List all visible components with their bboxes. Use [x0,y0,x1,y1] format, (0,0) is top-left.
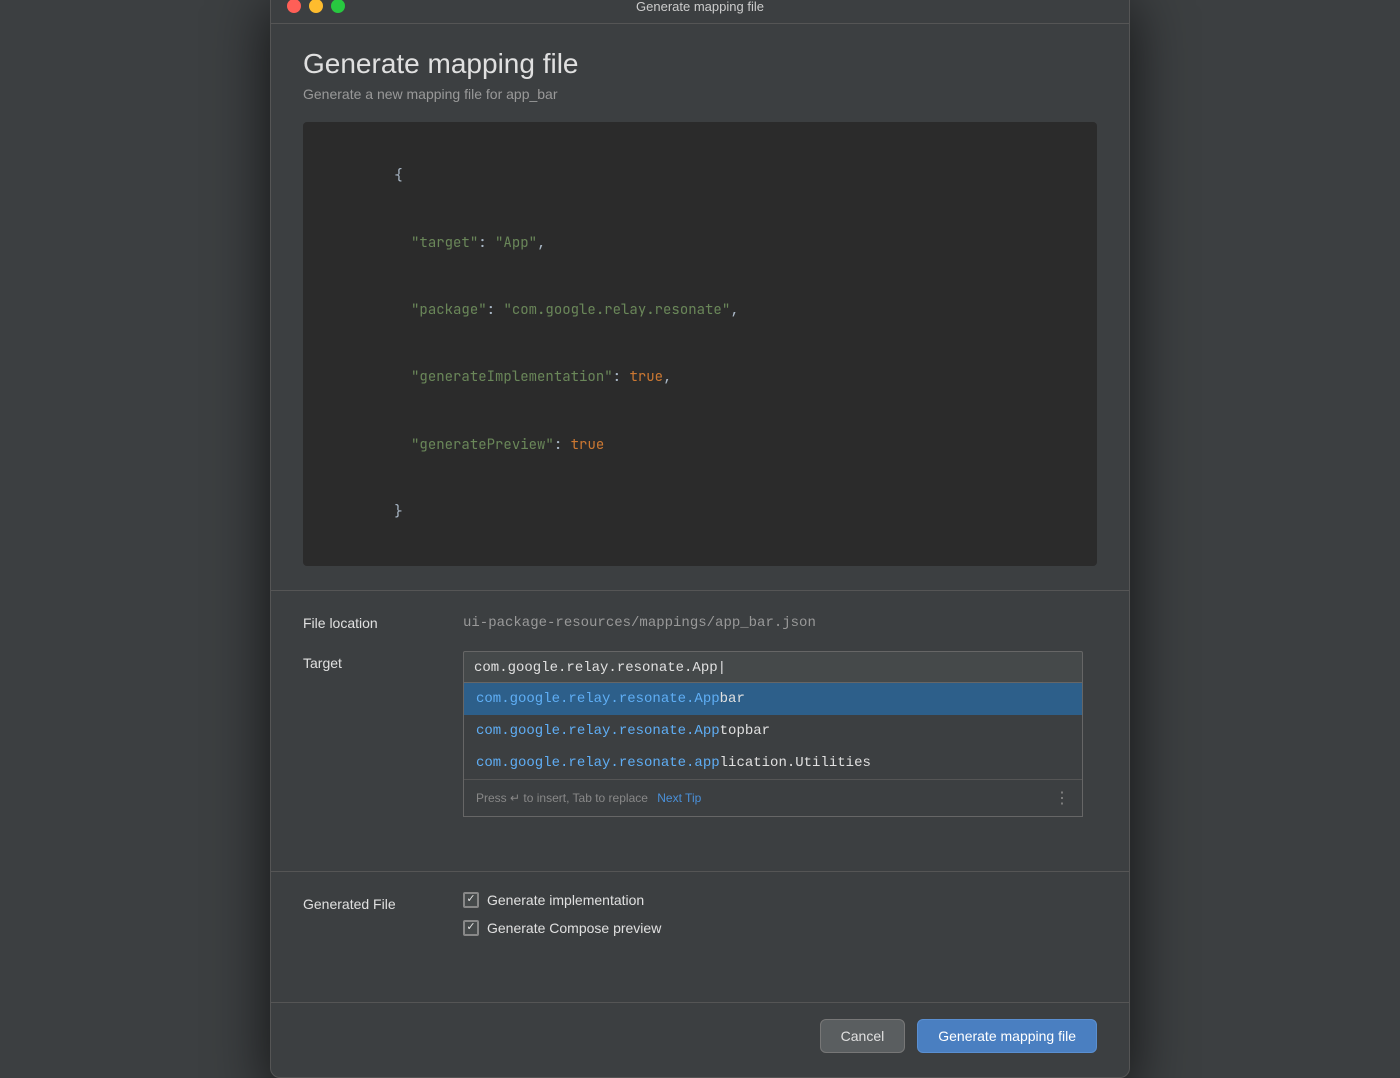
autocomplete-match-1: com.google.relay.resonate.App [476,691,720,707]
section-divider-top [271,590,1129,591]
generated-file-label: Generated File [303,892,463,912]
traffic-lights [287,0,345,13]
code-line-3: "package": "com.google.relay.resonate", [327,277,1073,344]
checkbox-impl-label: Generate implementation [487,892,644,908]
dialog-content: Generate mapping file Generate a new map… [271,24,1129,991]
dialog-footer: Cancel Generate mapping file [271,1002,1129,1077]
autocomplete-dropdown: com.google.relay.resonate.Appbar com.goo… [463,683,1083,817]
title-bar: Generate mapping file [271,0,1129,24]
file-location-label: File location [303,611,463,631]
autocomplete-input-wrapper [463,651,1083,683]
dialog: Generate mapping file Generate mapping f… [270,0,1130,1078]
maximize-button[interactable] [331,0,345,13]
autocomplete-match-2: com.google.relay.resonate.App [476,723,720,739]
code-block: { "target": "App", "package": "com.googl… [303,122,1097,565]
autocomplete-item-1[interactable]: com.google.relay.resonate.Appbar [464,683,1082,715]
checkbox-generate-preview[interactable]: Generate Compose preview [463,920,661,936]
code-line-2: "target": "App", [327,210,1073,277]
autocomplete-match-3: com.google.relay.resonate.app [476,755,720,771]
dialog-subheading: Generate a new mapping file for app_bar [303,86,1097,102]
autocomplete-container: com.google.relay.resonate.Appbar com.goo… [463,651,1083,817]
code-line-4: "generateImplementation": true, [327,344,1073,411]
generated-file-options: Generate implementation Generate Compose… [463,892,661,948]
checkbox-preview-box[interactable] [463,920,479,936]
next-tip-button[interactable]: Next Tip [657,791,701,805]
code-line-6: } [327,478,1073,545]
code-line-1: { [327,142,1073,209]
generate-button[interactable]: Generate mapping file [917,1019,1097,1053]
file-location-row: File location ui-package-resources/mappi… [303,611,1097,631]
minimize-button[interactable] [309,0,323,13]
checkbox-preview-label: Generate Compose preview [487,920,661,936]
autocomplete-item-3[interactable]: com.google.relay.resonate.application.Ut… [464,747,1082,779]
code-line-5: "generatePreview": true [327,411,1073,478]
close-button[interactable] [287,0,301,13]
target-label: Target [303,651,463,671]
checkbox-impl-box[interactable] [463,892,479,908]
dialog-heading: Generate mapping file [303,48,1097,80]
autocomplete-input[interactable] [474,660,1072,676]
checkbox-generate-impl[interactable]: Generate implementation [463,892,661,908]
autocomplete-item-2[interactable]: com.google.relay.resonate.Apptopbar [464,715,1082,747]
section-divider-generated [271,871,1129,872]
cancel-button[interactable]: Cancel [820,1019,906,1053]
autocomplete-suffix-3: lication.Utilities [720,755,871,771]
target-row: Target Use existing composable Create ne… [303,651,1097,851]
generated-file-row: Generated File Generate implementation G… [303,892,1097,948]
more-options-icon[interactable]: ⋮ [1054,788,1070,808]
window-title: Generate mapping file [636,0,764,14]
file-location-value: ui-package-resources/mappings/app_bar.js… [463,611,816,631]
autocomplete-hint: Press ↵ to insert, Tab to replace Next T… [476,791,701,805]
autocomplete-suffix-2: topbar [720,723,770,739]
autocomplete-suffix-1: bar [720,691,745,707]
autocomplete-footer: Press ↵ to insert, Tab to replace Next T… [464,779,1082,816]
